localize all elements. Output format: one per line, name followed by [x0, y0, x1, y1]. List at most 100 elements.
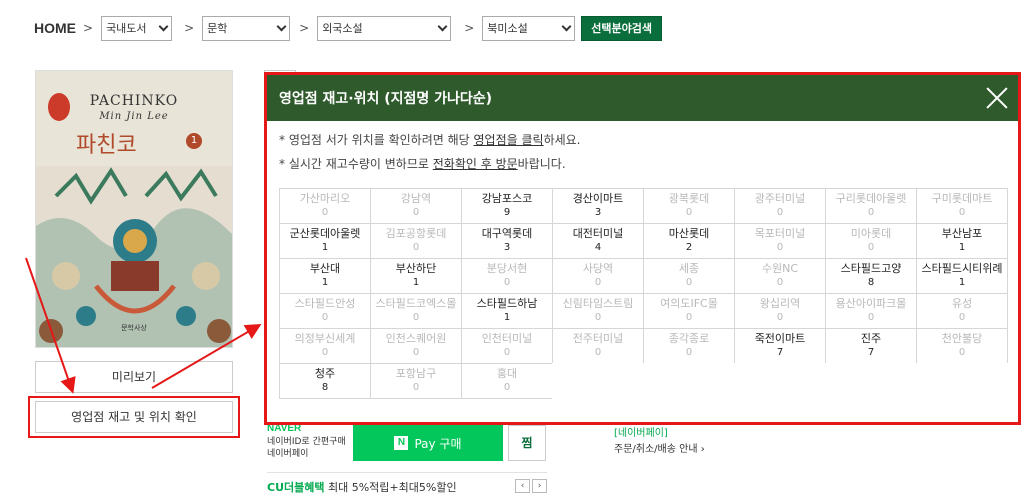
store-cell[interactable]: 진주 7 — [826, 329, 917, 364]
store-cell[interactable]: 미아롯데 0 — [826, 224, 917, 259]
store-stock-count: 0 — [685, 347, 693, 358]
store-stock-count: 0 — [958, 347, 966, 358]
chevron-down-icon — [561, 21, 572, 31]
breadcrumb-separator: > — [464, 21, 475, 35]
close-icon[interactable] — [986, 87, 1008, 109]
store-stock-count: 0 — [776, 277, 784, 288]
store-cell[interactable]: 스타필드고양 8 — [826, 259, 917, 294]
store-cell[interactable]: 대전터미널 4 — [553, 224, 644, 259]
store-name: 미아롯데 — [850, 227, 892, 240]
store-stock-count: 0 — [958, 312, 966, 323]
category-select-3-value: 외국소설 — [322, 22, 363, 35]
naver-pay-info[interactable]: [네이버페이] 주문/취소/배송 안내 › — [614, 426, 705, 458]
store-stock-button[interactable]: 영업점 재고 및 위치 확인 — [35, 401, 233, 433]
store-cell[interactable]: 경산이마트 3 — [553, 189, 644, 224]
store-cell[interactable]: 부산남포 1 — [917, 224, 1008, 259]
store-stock-count: 8 — [321, 382, 329, 393]
store-name: 부산하단 — [395, 262, 437, 275]
category-search-button[interactable]: 선택분야검색 — [581, 15, 662, 41]
naver-line-1: 네이버ID로 간편구매 — [267, 437, 346, 447]
store-cell[interactable]: 목포터미널 0 — [735, 224, 826, 259]
store-cell[interactable]: 의정부신세계 0 — [280, 329, 371, 364]
store-cell[interactable]: 가산마리오 0 — [280, 189, 371, 224]
breadcrumb-home[interactable]: HOME — [34, 20, 76, 36]
store-cell[interactable]: 전주터미널 0 — [553, 329, 644, 364]
store-stock-count: 0 — [321, 347, 329, 358]
category-select-3[interactable]: 외국소설 — [317, 15, 452, 41]
store-cell[interactable]: 인천스퀘어원 0 — [371, 329, 462, 364]
store-grid: 가산마리오 0 강남역 0 강남포스코 9 경산이마트 3 광복롯데 0 광주터미널 0 구리롯데아울렛… — [279, 188, 1008, 399]
store-stock-count: 0 — [412, 347, 420, 358]
store-cell[interactable]: 광복롯데 0 — [644, 189, 735, 224]
naver-pay-info-link-text: 주문/취소/배송 안내 — [614, 444, 698, 455]
category-select-4-value: 북미소설 — [487, 22, 528, 35]
category-select-2[interactable]: 문학 — [202, 15, 291, 41]
category-select-1[interactable]: 국내도서 — [101, 15, 173, 41]
store-stock-count: 0 — [867, 207, 875, 218]
store-stock-count: 1 — [321, 242, 329, 253]
store-cell[interactable]: 왕십리역 0 — [735, 294, 826, 329]
store-name: 유성 — [951, 297, 973, 310]
naver-pay-button[interactable]: N Pay 구매 — [353, 425, 503, 461]
store-name: 스타필드안성 — [294, 297, 356, 310]
store-name: 구미롯데마트 — [931, 192, 993, 205]
store-cell[interactable]: 세종 0 — [644, 259, 735, 294]
store-cell[interactable]: 마산롯데 2 — [644, 224, 735, 259]
store-cell[interactable]: 분당서현 0 — [462, 259, 553, 294]
store-name: 전주터미널 — [572, 332, 624, 345]
store-cell[interactable]: 포항남구 0 — [371, 364, 462, 399]
store-name: 인천스퀘어원 — [385, 332, 447, 345]
store-cell[interactable]: 부산하단 1 — [371, 259, 462, 294]
store-cell[interactable]: 사당역 0 — [553, 259, 644, 294]
cu-benefit-brand: CU더블혜택 — [267, 481, 325, 494]
store-cell[interactable]: 스타필드안성 0 — [280, 294, 371, 329]
notice-1-link: 영업점을 클릭 — [473, 133, 544, 147]
store-name: 인천터미널 — [481, 332, 533, 345]
store-name: 부산대 — [309, 262, 341, 275]
store-cell[interactable]: 여의도IFC몰 0 — [644, 294, 735, 329]
store-cell[interactable]: 스타필드시티위례 1 — [917, 259, 1008, 294]
category-select-4[interactable]: 북미소설 — [482, 15, 576, 41]
store-cell[interactable]: 신림타임스트림 0 — [553, 294, 644, 329]
store-cell[interactable]: 죽전이마트 7 — [735, 329, 826, 364]
store-stock-count: 0 — [594, 312, 602, 323]
store-cell[interactable]: 용산아이파크몰 0 — [826, 294, 917, 329]
store-cell[interactable]: 청주 8 — [280, 364, 371, 399]
store-cell[interactable]: 종각종로 0 — [644, 329, 735, 364]
store-cell[interactable]: 인천터미널 0 — [462, 329, 553, 364]
store-stock-count: 0 — [503, 347, 511, 358]
store-cell[interactable]: 홍대 0 — [462, 364, 553, 399]
store-stock-count: 0 — [412, 382, 420, 393]
notice-2-a: * 실시간 재고수량이 변하므로 — [279, 157, 433, 171]
store-cell[interactable]: 강남포스코 9 — [462, 189, 553, 224]
store-name: 김포공항롯데 — [385, 227, 447, 240]
store-cell[interactable]: 광주터미널 0 — [735, 189, 826, 224]
store-cell[interactable]: 강남역 0 — [371, 189, 462, 224]
store-cell[interactable]: 구미롯데마트 0 — [917, 189, 1008, 224]
store-cell[interactable]: 수원NC 0 — [735, 259, 826, 294]
store-cell[interactable]: 스타필드코엑스몰 0 — [371, 294, 462, 329]
prev-arrow-icon[interactable]: ‹ — [515, 479, 530, 493]
store-stock-count: 0 — [867, 242, 875, 253]
store-name: 강남역 — [400, 192, 432, 205]
preview-button[interactable]: 미리보기 — [35, 361, 233, 393]
store-stock-count: 0 — [776, 207, 784, 218]
book-cover-image[interactable]: PACHINKO Min Jin Lee 파친코 1 문학사상 — [35, 70, 233, 348]
store-cell[interactable]: 스타필드하남 1 — [462, 294, 553, 329]
wishlist-button[interactable]: 찜 — [508, 425, 546, 461]
next-arrow-icon[interactable]: › — [532, 479, 547, 493]
empty-cell — [825, 363, 917, 399]
store-cell[interactable]: 군산롯데아울렛 1 — [280, 224, 371, 259]
store-cell[interactable]: 대구역롯데 3 — [462, 224, 553, 259]
store-cell[interactable]: 구리롯데아울렛 0 — [826, 189, 917, 224]
store-cell[interactable]: 부산대 1 — [280, 259, 371, 294]
notice-1-b: 하세요. — [543, 133, 581, 147]
store-cell[interactable]: 김포공항롯데 0 — [371, 224, 462, 259]
breadcrumb-separator: > — [184, 21, 195, 35]
category-select-2-value: 문학 — [207, 22, 228, 35]
store-cell[interactable]: 천안불당 0 — [917, 329, 1008, 364]
store-name: 수원NC — [761, 262, 799, 275]
store-stock-count: 0 — [503, 382, 511, 393]
store-cell[interactable]: 유성 0 — [917, 294, 1008, 329]
store-stock-count: 0 — [776, 242, 784, 253]
